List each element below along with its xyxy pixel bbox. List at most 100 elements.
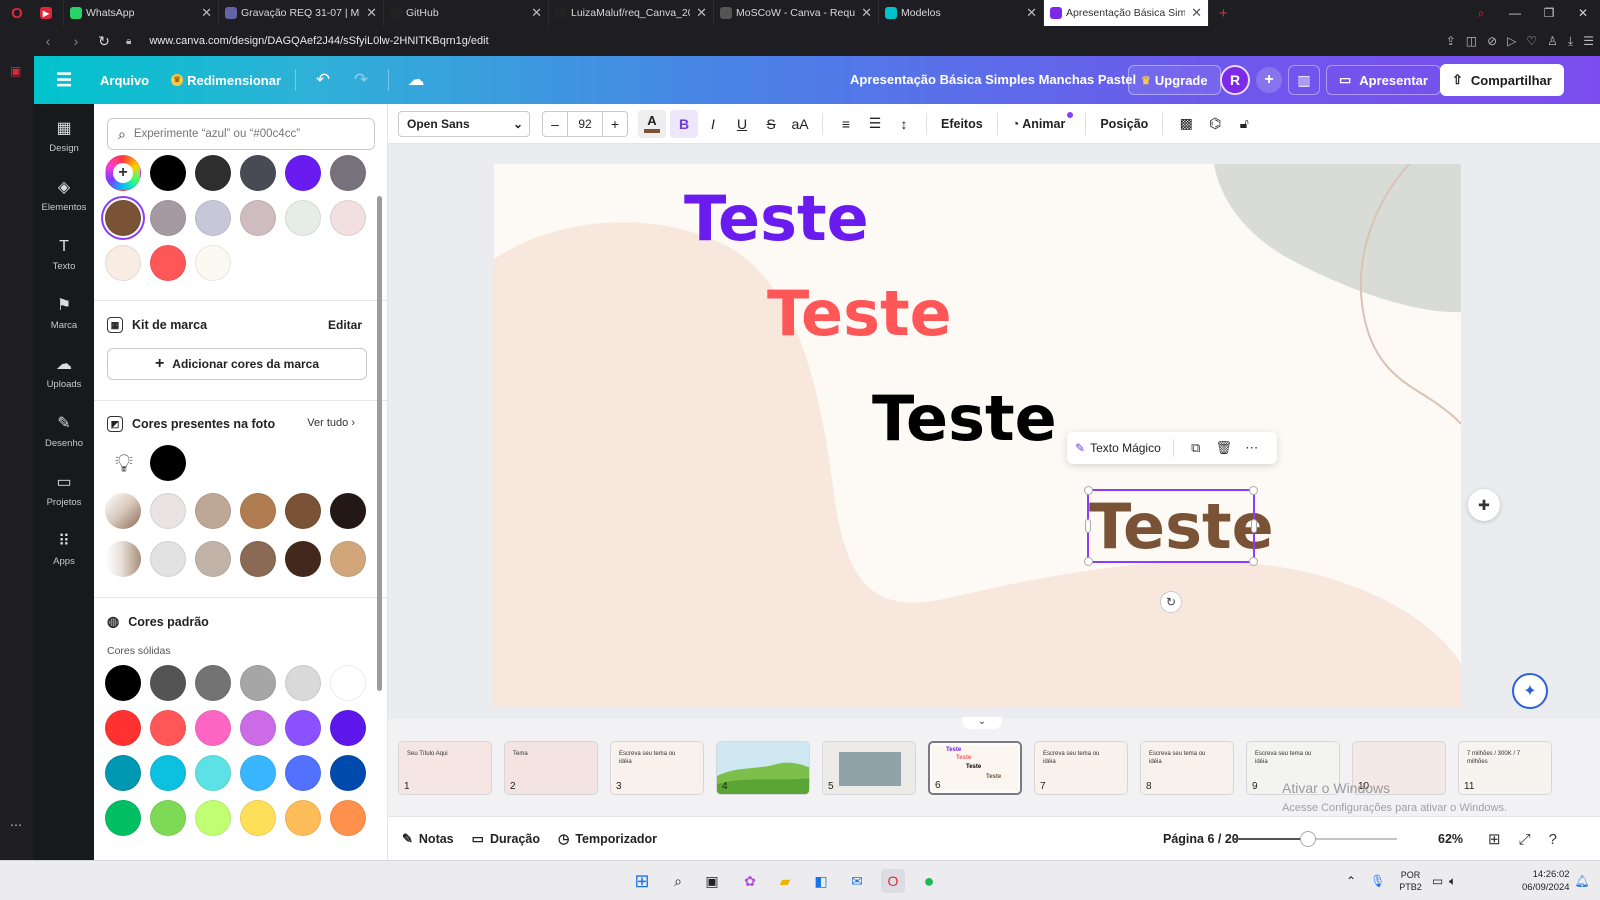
photo-color-swatch[interactable] [195, 493, 231, 529]
magic-text-button[interactable]: ✎ Texto Mágico [1075, 441, 1161, 455]
close-window-button[interactable]: ✕ [1566, 6, 1600, 20]
browser-tab[interactable]: MoSCoW - Canva - Requisi ✕ [714, 0, 879, 26]
default-color-swatch[interactable] [195, 665, 231, 701]
font-size-value[interactable]: 92 [567, 111, 603, 136]
document-color-swatch[interactable] [285, 200, 321, 236]
collapse-thumbnails-icon[interactable]: ⌄ [962, 717, 1002, 729]
browser-tab[interactable]: WhatsApp ✕ [64, 0, 219, 26]
photo-color-swatch[interactable] [150, 493, 186, 529]
hamburger-menu-icon[interactable]: ☰ [56, 70, 76, 91]
close-tab-icon[interactable]: ✕ [201, 5, 212, 21]
zoom-slider[interactable] [1233, 831, 1397, 847]
resize-handle[interactable] [1249, 486, 1258, 495]
more-icon[interactable]: ⋯ [10, 818, 24, 832]
task-view-icon[interactable]: ▣ [700, 869, 724, 893]
photo-color-swatch[interactable] [240, 493, 276, 529]
document-color-swatch[interactable] [195, 245, 231, 281]
search-input[interactable] [133, 128, 354, 140]
spacing-icon[interactable]: ↕ [890, 110, 918, 138]
decrease-size-button[interactable]: – [543, 116, 567, 132]
document-color-swatch[interactable] [150, 155, 186, 191]
page-thumbnail[interactable]: 4 [716, 741, 810, 795]
strikethrough-icon[interactable]: S [757, 110, 785, 138]
default-color-swatch[interactable] [285, 800, 321, 836]
rail-item-projetos[interactable]: ▭ Projetos [34, 472, 94, 508]
default-color-swatch[interactable] [105, 665, 141, 701]
document-color-swatch[interactable] [330, 155, 366, 191]
tab-noname[interactable]: ▶ [34, 0, 64, 26]
default-color-swatch[interactable] [240, 755, 276, 791]
resize-handle[interactable] [1249, 557, 1258, 566]
document-color-swatch[interactable] [240, 155, 276, 191]
panel-scrollbar[interactable] [377, 152, 382, 842]
add-color-button[interactable]: + [105, 155, 141, 191]
page-thumbnail[interactable]: Tema 2 [504, 741, 598, 795]
resize-handle[interactable] [1251, 519, 1257, 533]
default-color-swatch[interactable] [330, 800, 366, 836]
rail-item-elementos[interactable]: ◈ Elementos [34, 177, 94, 213]
photo-thumbnail[interactable] [105, 541, 141, 577]
undo-icon[interactable]: ↶ [310, 67, 336, 93]
bold-icon[interactable]: B [670, 109, 698, 138]
language-indicator[interactable]: POR PTB2 [1399, 869, 1422, 893]
color-search[interactable]: ⌕ [107, 118, 375, 150]
insights-icon[interactable]: ▥ [1288, 65, 1320, 95]
default-color-swatch[interactable] [285, 755, 321, 791]
browser-tab[interactable]: GitHub ✕ [384, 0, 549, 26]
page-thumbnail[interactable]: 5 [822, 741, 916, 795]
default-color-swatch[interactable] [195, 755, 231, 791]
system-clock[interactable]: 14:26:02 06/09/2024 [1522, 868, 1570, 894]
photo-color-swatch[interactable] [285, 541, 321, 577]
default-color-swatch[interactable] [105, 800, 141, 836]
chevron-up-icon[interactable]: ⌃ [1346, 874, 1356, 888]
slide-text-2[interactable]: Teste [767, 277, 952, 350]
document-color-swatch[interactable] [105, 200, 141, 236]
default-color-swatch[interactable] [105, 710, 141, 746]
store-icon[interactable]: ◧ [809, 869, 833, 893]
position-button[interactable]: Posição [1100, 117, 1148, 131]
search-tabs-icon[interactable]: ⌕ [1464, 6, 1498, 21]
default-color-swatch[interactable] [240, 665, 276, 701]
delete-icon[interactable]: 🗑︎ [1210, 440, 1238, 456]
new-tab-button[interactable]: + [1219, 5, 1228, 22]
photo-color-swatch[interactable] [150, 445, 186, 481]
lightbulb-icon[interactable]: 💡︎ [106, 445, 142, 481]
rail-item-texto[interactable]: T Texto [34, 236, 94, 272]
default-color-swatch[interactable] [150, 755, 186, 791]
animate-button[interactable]: ◔ Animar [1012, 117, 1066, 131]
add-brand-colors-button[interactable]: + Adicionar cores da marca [107, 348, 367, 380]
timer-button[interactable]: ◷ Temporizador [558, 831, 657, 847]
resize-handle[interactable] [1084, 486, 1093, 495]
duration-button[interactable]: ▭ Duração [472, 831, 540, 847]
adblock-icon[interactable]: ⊘ [1487, 34, 1497, 48]
lock-icon[interactable]: 🔓︎ [1230, 110, 1258, 138]
restore-button[interactable]: ❐ [1532, 6, 1566, 20]
default-color-swatch[interactable] [150, 800, 186, 836]
snapshot-icon[interactable]: ◫ [1466, 34, 1477, 48]
bookmark-heart-icon[interactable]: ♡ [1526, 34, 1537, 48]
default-color-swatch[interactable] [240, 710, 276, 746]
easy-setup-icon[interactable]: ☰ [1583, 34, 1594, 48]
microphone-icon[interactable]: 🎙︎ [1370, 874, 1385, 888]
file-menu[interactable]: Arquivo [100, 73, 149, 88]
document-color-swatch[interactable] [150, 245, 186, 281]
page-thumbnail[interactable]: Seu Título Aqui 1 [398, 741, 492, 795]
browser-tab[interactable]: LuizaMaluf/req_Canva_202 ✕ [549, 0, 714, 26]
transparency-icon[interactable]: ▩ [1172, 110, 1200, 138]
download-icon[interactable]: ⤓ [1568, 34, 1573, 49]
windows-start-icon[interactable]: ⊞ [630, 869, 654, 893]
photo-color-swatch[interactable] [150, 541, 186, 577]
default-color-swatch[interactable] [195, 800, 231, 836]
document-color-swatch[interactable] [105, 245, 141, 281]
default-color-swatch[interactable] [330, 710, 366, 746]
document-color-swatch[interactable] [195, 200, 231, 236]
page-indicator[interactable]: Página 6 / 20 [1163, 817, 1239, 861]
cloud-saved-icon[interactable]: ☁ [403, 67, 429, 93]
page-thumbnail[interactable]: Teste Teste Teste Teste 6 [928, 741, 1022, 795]
photo-color-swatch[interactable] [285, 493, 321, 529]
forward-button[interactable]: › [62, 33, 90, 49]
document-title[interactable]: Apresentação Básica Simples Manchas Past… [850, 56, 1136, 104]
page-thumbnail[interactable]: 7 milhões / 300K / 7 milhões 11 [1458, 741, 1552, 795]
redo-icon[interactable]: ↷ [348, 67, 374, 93]
default-color-swatch[interactable] [150, 665, 186, 701]
